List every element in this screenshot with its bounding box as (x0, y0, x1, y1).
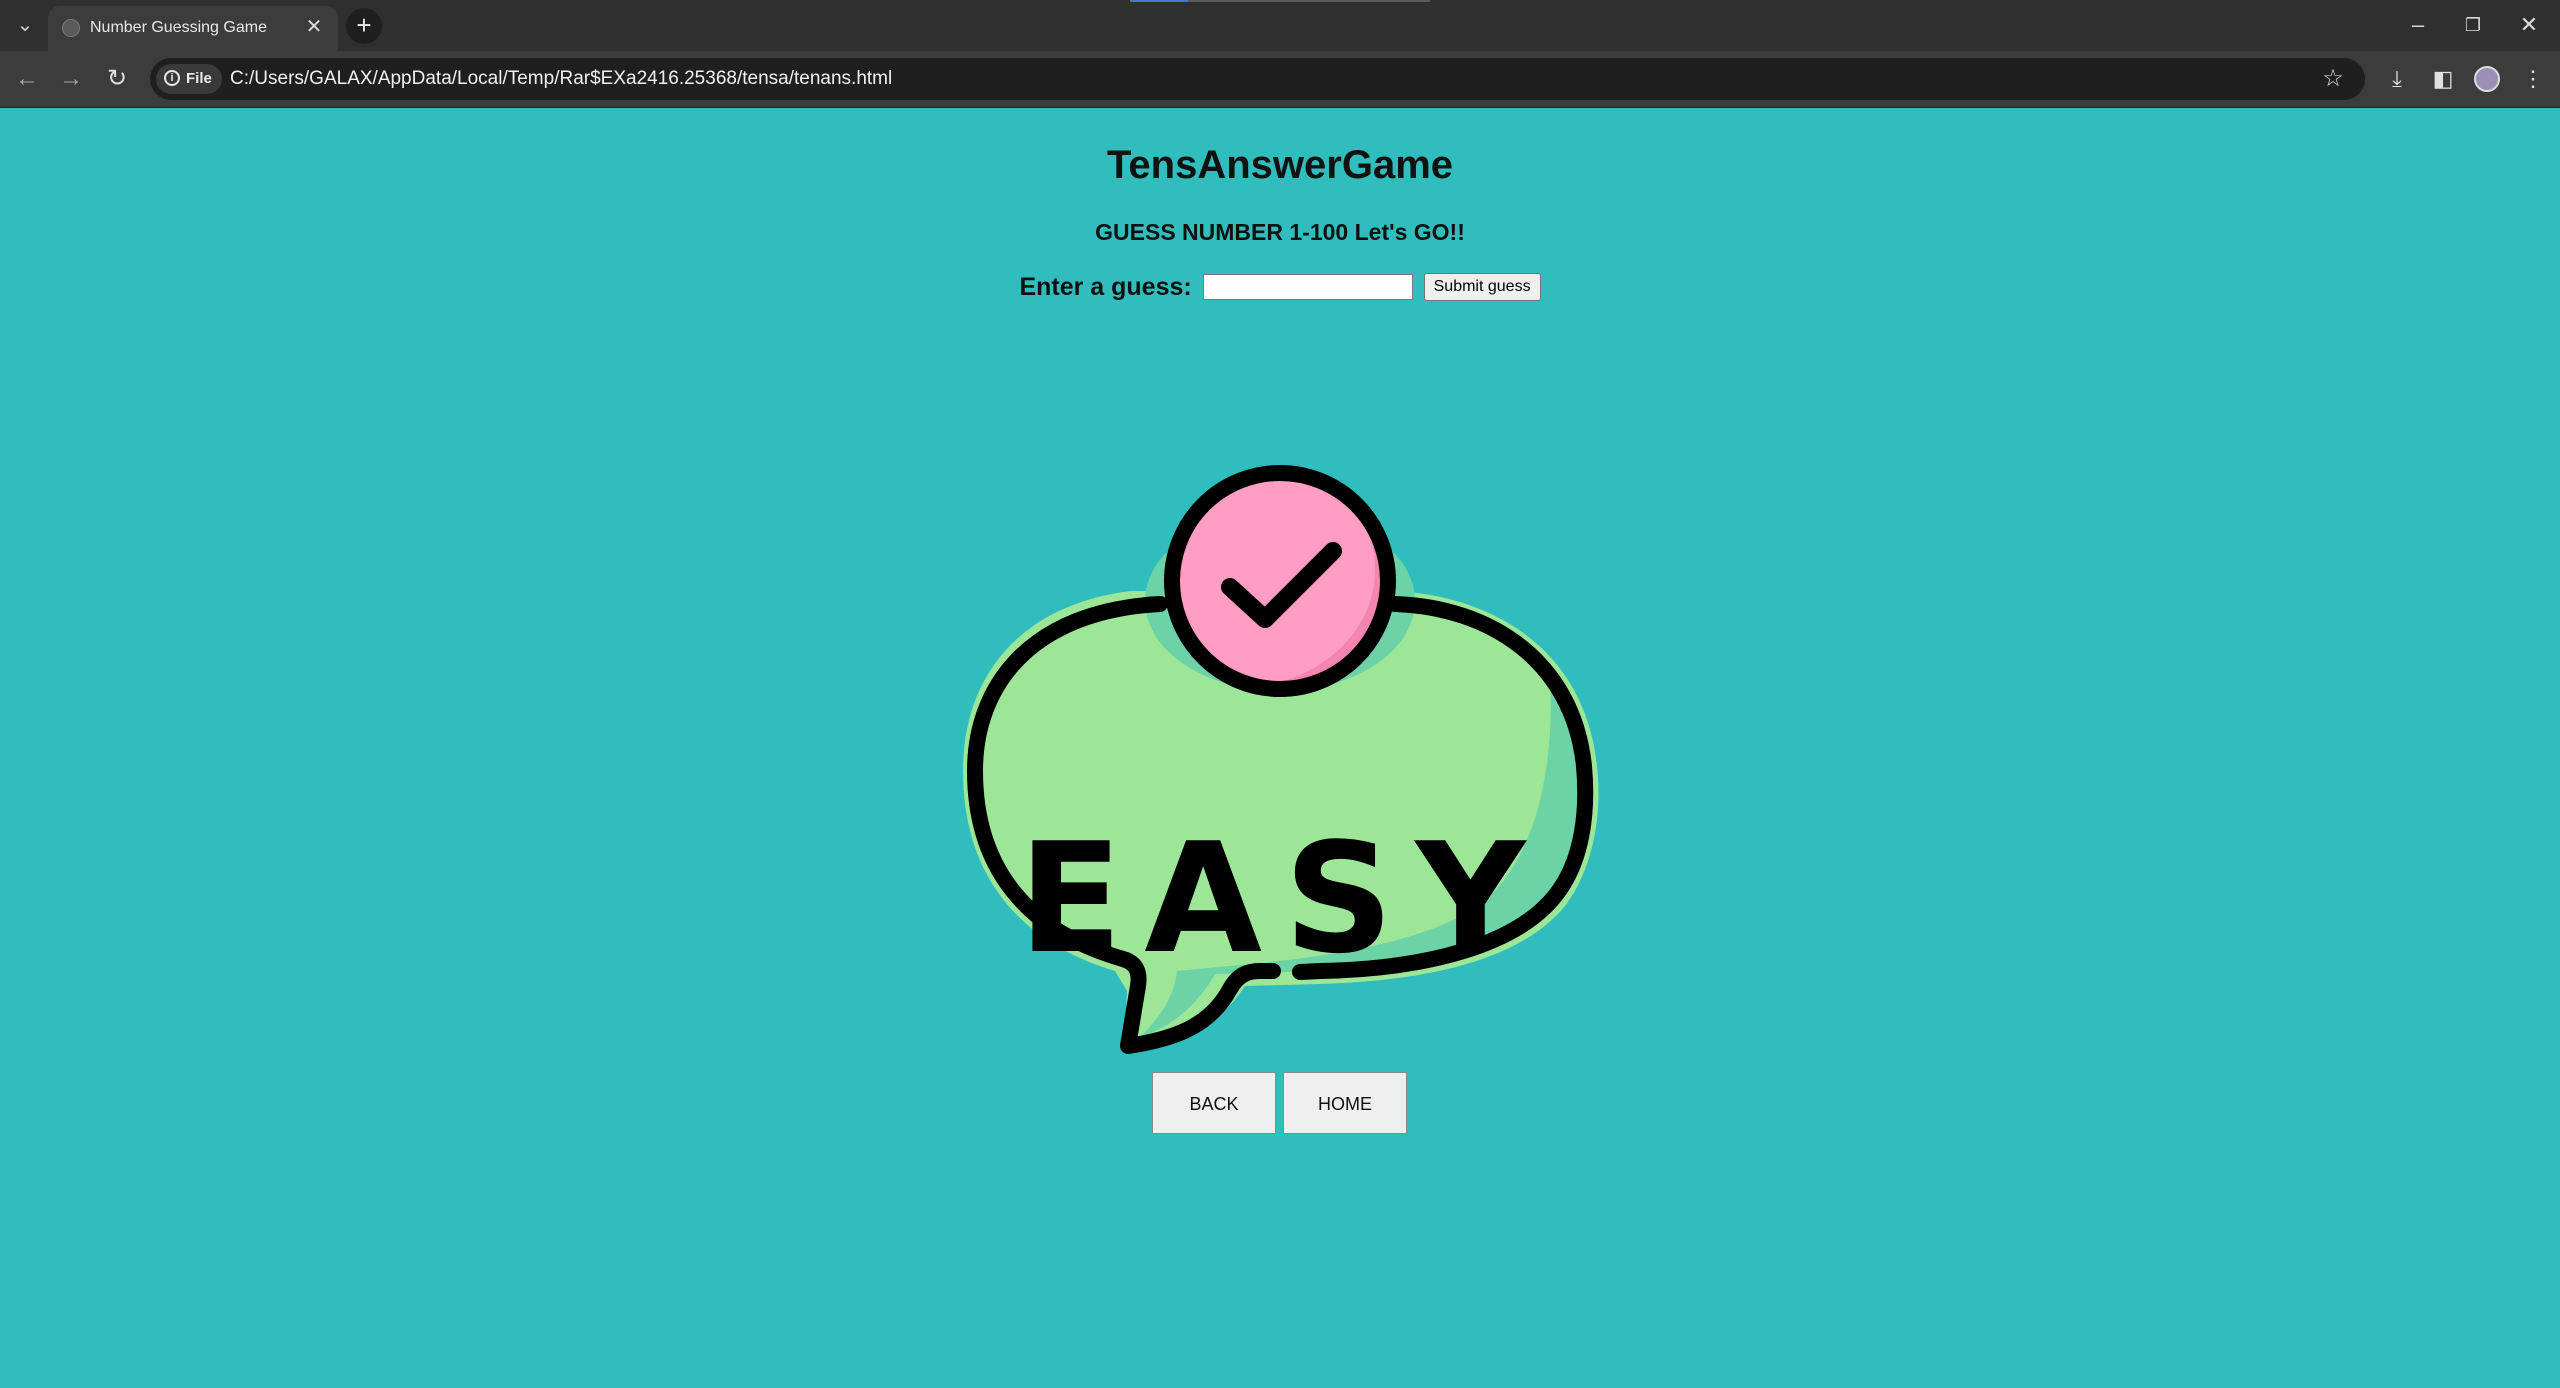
globe-icon (62, 19, 80, 37)
site-info-chip[interactable]: i File (156, 64, 222, 94)
menu-dots-icon[interactable]: ⋮ (2518, 64, 2548, 94)
close-tab-icon[interactable]: ✕ (302, 15, 326, 39)
minimize-icon[interactable]: – (2395, 10, 2441, 40)
bookmark-star-icon[interactable]: ☆ (2319, 65, 2347, 93)
game-subtitle: GUESS NUMBER 1-100 Let's GO!! (1095, 219, 1465, 245)
reload-icon[interactable]: ↻ (102, 64, 132, 94)
guess-input[interactable] (1202, 274, 1413, 301)
browser-tabstrip: ⌄ Number Guessing Game ✕ + – ❐ ✕ (0, 0, 2560, 51)
profile-avatar[interactable] (2474, 66, 2500, 92)
guess-form: Enter a guess: Submit guess (0, 268, 2560, 305)
tab-title: Number Guessing Game (90, 19, 267, 36)
page-content: TensAnswerGame GUESS NUMBER 1-100 Let's … (0, 108, 2560, 1388)
browser-tab[interactable]: Number Guessing Game ✕ (48, 6, 338, 51)
badge-text: EASY (1018, 810, 1547, 987)
submit-guess-button[interactable]: Submit guess (1423, 273, 1541, 302)
page-title: TensAnswerGame (1106, 143, 1454, 187)
easy-badge-icon: EASY (963, 465, 1599, 1054)
tab-search-chevron-icon[interactable]: ⌄ (12, 12, 38, 38)
back-button[interactable]: BACK (1152, 1072, 1276, 1134)
download-icon[interactable]: ⤓ (2382, 64, 2412, 94)
forward-arrow-icon[interactable]: → (56, 64, 86, 94)
back-arrow-icon[interactable]: ← (12, 64, 42, 94)
new-tab-button[interactable]: + (346, 8, 382, 44)
home-button[interactable]: HOME (1283, 1072, 1407, 1134)
browser-toolbar: ← → ↻ i File C:/Users/GALAX/AppData/Loca… (0, 51, 2560, 108)
loading-indicator (1130, 0, 1430, 2)
close-window-icon[interactable]: ✕ (2506, 10, 2552, 40)
address-bar[interactable]: i File C:/Users/GALAX/AppData/Local/Temp… (150, 58, 2365, 100)
guess-label: Enter a guess: (1019, 273, 1192, 302)
side-panel-icon[interactable]: ◧ (2428, 64, 2458, 94)
site-info-label: File (186, 70, 212, 87)
info-icon: i (164, 70, 180, 86)
restore-icon[interactable]: ❐ (2450, 10, 2496, 40)
url-text[interactable]: C:/Users/GALAX/AppData/Local/Temp/Rar$EX… (230, 68, 892, 90)
